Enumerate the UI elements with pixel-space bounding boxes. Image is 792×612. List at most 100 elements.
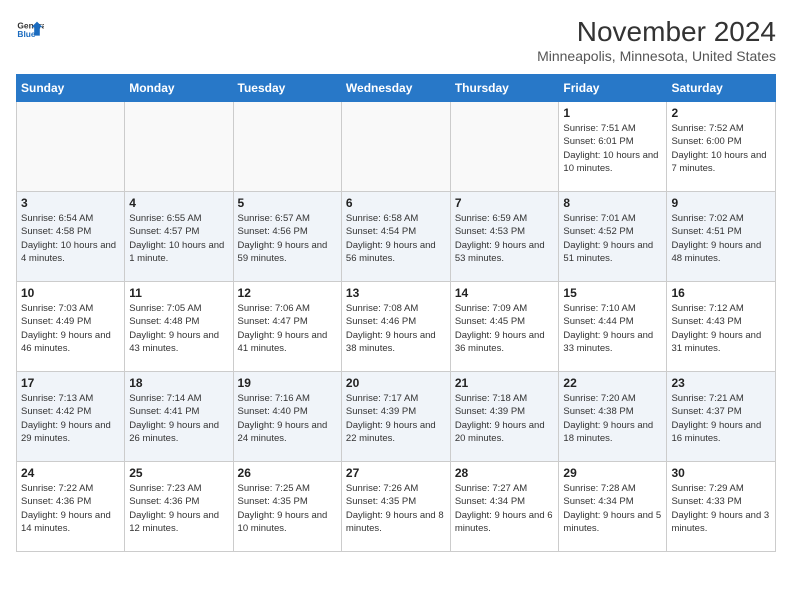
day-number: 9 [671, 196, 771, 210]
day-number: 20 [346, 376, 446, 390]
day-number: 10 [21, 286, 120, 300]
day-info: Sunrise: 7:03 AM Sunset: 4:49 PM Dayligh… [21, 302, 120, 355]
day-number: 23 [671, 376, 771, 390]
calendar-cell: 27 Sunrise: 7:26 AM Sunset: 4:35 PM Dayli… [341, 462, 450, 552]
calendar-cell: 20 Sunrise: 7:17 AM Sunset: 4:39 PM Dayli… [341, 372, 450, 462]
calendar-cell: 22 Sunrise: 7:20 AM Sunset: 4:38 PM Dayli… [559, 372, 667, 462]
day-info: Sunrise: 7:05 AM Sunset: 4:48 PM Dayligh… [129, 302, 228, 355]
calendar-cell: 10 Sunrise: 7:03 AM Sunset: 4:49 PM Dayli… [17, 282, 125, 372]
day-number: 11 [129, 286, 228, 300]
calendar-cell: 21 Sunrise: 7:18 AM Sunset: 4:39 PM Dayli… [450, 372, 559, 462]
day-number: 4 [129, 196, 228, 210]
day-number: 2 [671, 106, 771, 120]
day-number: 7 [455, 196, 555, 210]
calendar-cell [341, 102, 450, 192]
day-info: Sunrise: 7:14 AM Sunset: 4:41 PM Dayligh… [129, 392, 228, 445]
calendar-cell: 7Sunrise: 6:59 AM Sunset: 4:53 PM Daylig… [450, 192, 559, 282]
day-number: 15 [563, 286, 662, 300]
day-info: Sunrise: 7:16 AM Sunset: 4:40 PM Dayligh… [238, 392, 337, 445]
weekday-thursday: Thursday [450, 75, 559, 102]
week-row-3: 10 Sunrise: 7:03 AM Sunset: 4:49 PM Dayli… [17, 282, 776, 372]
day-info: Sunrise: 7:27 AM Sunset: 4:34 PM Dayligh… [455, 482, 555, 535]
day-info: Sunrise: 7:51 AM Sunset: 6:01 PM Dayligh… [563, 122, 662, 175]
day-number: 6 [346, 196, 446, 210]
calendar-cell: 14Sunrise: 7:09 AM Sunset: 4:45 PM Dayli… [450, 282, 559, 372]
calendar-cell: 15 Sunrise: 7:10 AM Sunset: 4:44 PM Dayli… [559, 282, 667, 372]
day-number: 22 [563, 376, 662, 390]
calendar-cell [17, 102, 125, 192]
calendar-cell: 28 Sunrise: 7:27 AM Sunset: 4:34 PM Dayli… [450, 462, 559, 552]
day-number: 27 [346, 466, 446, 480]
calendar-cell: 25 Sunrise: 7:23 AM Sunset: 4:36 PM Dayli… [125, 462, 233, 552]
day-number: 19 [238, 376, 337, 390]
weekday-header-row: SundayMondayTuesdayWednesdayThursdayFrid… [17, 75, 776, 102]
day-info: Sunrise: 7:06 AM Sunset: 4:47 PM Dayligh… [238, 302, 337, 355]
calendar-cell: 16 Sunrise: 7:12 AM Sunset: 4:43 PM Dayli… [667, 282, 776, 372]
day-info: Sunrise: 7:23 AM Sunset: 4:36 PM Dayligh… [129, 482, 228, 535]
week-row-1: 1 Sunrise: 7:51 AM Sunset: 6:01 PM Daylig… [17, 102, 776, 192]
calendar-cell: 26 Sunrise: 7:25 AM Sunset: 4:35 PM Dayli… [233, 462, 341, 552]
day-number: 1 [563, 106, 662, 120]
day-number: 16 [671, 286, 771, 300]
day-info: Sunrise: 7:10 AM Sunset: 4:44 PM Dayligh… [563, 302, 662, 355]
calendar-cell: 29 Sunrise: 7:28 AM Sunset: 4:34 PM Dayli… [559, 462, 667, 552]
week-row-4: 17 Sunrise: 7:13 AM Sunset: 4:42 PM Dayli… [17, 372, 776, 462]
day-info: Sunrise: 7:29 AM Sunset: 4:33 PM Dayligh… [671, 482, 771, 535]
day-number: 30 [671, 466, 771, 480]
logo: General Blue [16, 16, 44, 44]
day-info: Sunrise: 7:20 AM Sunset: 4:38 PM Dayligh… [563, 392, 662, 445]
day-info: Sunrise: 7:18 AM Sunset: 4:39 PM Dayligh… [455, 392, 555, 445]
day-info: Sunrise: 7:25 AM Sunset: 4:35 PM Dayligh… [238, 482, 337, 535]
day-number: 29 [563, 466, 662, 480]
calendar-cell: 2 Sunrise: 7:52 AM Sunset: 6:00 PM Daylig… [667, 102, 776, 192]
day-info: Sunrise: 7:09 AM Sunset: 4:45 PM Dayligh… [455, 302, 555, 355]
day-number: 26 [238, 466, 337, 480]
day-info: Sunrise: 7:12 AM Sunset: 4:43 PM Dayligh… [671, 302, 771, 355]
weekday-tuesday: Tuesday [233, 75, 341, 102]
title-section: November 2024 Minneapolis, Minnesota, Un… [537, 16, 776, 64]
calendar-table: SundayMondayTuesdayWednesdayThursdayFrid… [16, 74, 776, 552]
day-info: Sunrise: 7:52 AM Sunset: 6:00 PM Dayligh… [671, 122, 771, 175]
day-info: Sunrise: 6:55 AM Sunset: 4:57 PM Dayligh… [129, 212, 228, 265]
calendar-body: 1 Sunrise: 7:51 AM Sunset: 6:01 PM Daylig… [17, 102, 776, 552]
day-number: 5 [238, 196, 337, 210]
day-info: Sunrise: 7:13 AM Sunset: 4:42 PM Dayligh… [21, 392, 120, 445]
day-number: 12 [238, 286, 337, 300]
week-row-5: 24Sunrise: 7:22 AM Sunset: 4:36 PM Dayli… [17, 462, 776, 552]
weekday-wednesday: Wednesday [341, 75, 450, 102]
day-number: 28 [455, 466, 555, 480]
calendar-cell: 24Sunrise: 7:22 AM Sunset: 4:36 PM Dayli… [17, 462, 125, 552]
day-info: Sunrise: 7:21 AM Sunset: 4:37 PM Dayligh… [671, 392, 771, 445]
day-info: Sunrise: 7:28 AM Sunset: 4:34 PM Dayligh… [563, 482, 662, 535]
calendar-cell: 18 Sunrise: 7:14 AM Sunset: 4:41 PM Dayli… [125, 372, 233, 462]
day-info: Sunrise: 7:17 AM Sunset: 4:39 PM Dayligh… [346, 392, 446, 445]
calendar-cell: 30 Sunrise: 7:29 AM Sunset: 4:33 PM Dayli… [667, 462, 776, 552]
day-number: 25 [129, 466, 228, 480]
calendar-cell: 4 Sunrise: 6:55 AM Sunset: 4:57 PM Daylig… [125, 192, 233, 282]
weekday-saturday: Saturday [667, 75, 776, 102]
weekday-monday: Monday [125, 75, 233, 102]
page-header: General Blue November 2024 Minneapolis, … [16, 16, 776, 64]
day-number: 17 [21, 376, 120, 390]
day-info: Sunrise: 7:22 AM Sunset: 4:36 PM Dayligh… [21, 482, 120, 535]
week-row-2: 3Sunrise: 6:54 AM Sunset: 4:58 PM Daylig… [17, 192, 776, 282]
day-number: 21 [455, 376, 555, 390]
calendar-cell: 9 Sunrise: 7:02 AM Sunset: 4:51 PM Daylig… [667, 192, 776, 282]
calendar-cell: 12 Sunrise: 7:06 AM Sunset: 4:47 PM Dayli… [233, 282, 341, 372]
svg-text:Blue: Blue [17, 29, 35, 39]
calendar-cell: 6 Sunrise: 6:58 AM Sunset: 4:54 PM Daylig… [341, 192, 450, 282]
calendar-cell [233, 102, 341, 192]
day-info: Sunrise: 7:08 AM Sunset: 4:46 PM Dayligh… [346, 302, 446, 355]
calendar-cell: 8Sunrise: 7:01 AM Sunset: 4:52 PM Daylig… [559, 192, 667, 282]
day-info: Sunrise: 6:54 AM Sunset: 4:58 PM Dayligh… [21, 212, 120, 265]
calendar-cell [450, 102, 559, 192]
day-info: Sunrise: 6:58 AM Sunset: 4:54 PM Dayligh… [346, 212, 446, 265]
day-info: Sunrise: 7:01 AM Sunset: 4:52 PM Dayligh… [563, 212, 662, 265]
calendar-cell: 23 Sunrise: 7:21 AM Sunset: 4:37 PM Dayli… [667, 372, 776, 462]
calendar-cell: 3Sunrise: 6:54 AM Sunset: 4:58 PM Daylig… [17, 192, 125, 282]
day-info: Sunrise: 7:26 AM Sunset: 4:35 PM Dayligh… [346, 482, 446, 535]
calendar-cell [125, 102, 233, 192]
day-number: 18 [129, 376, 228, 390]
day-info: Sunrise: 7:02 AM Sunset: 4:51 PM Dayligh… [671, 212, 771, 265]
main-title: November 2024 [537, 16, 776, 48]
